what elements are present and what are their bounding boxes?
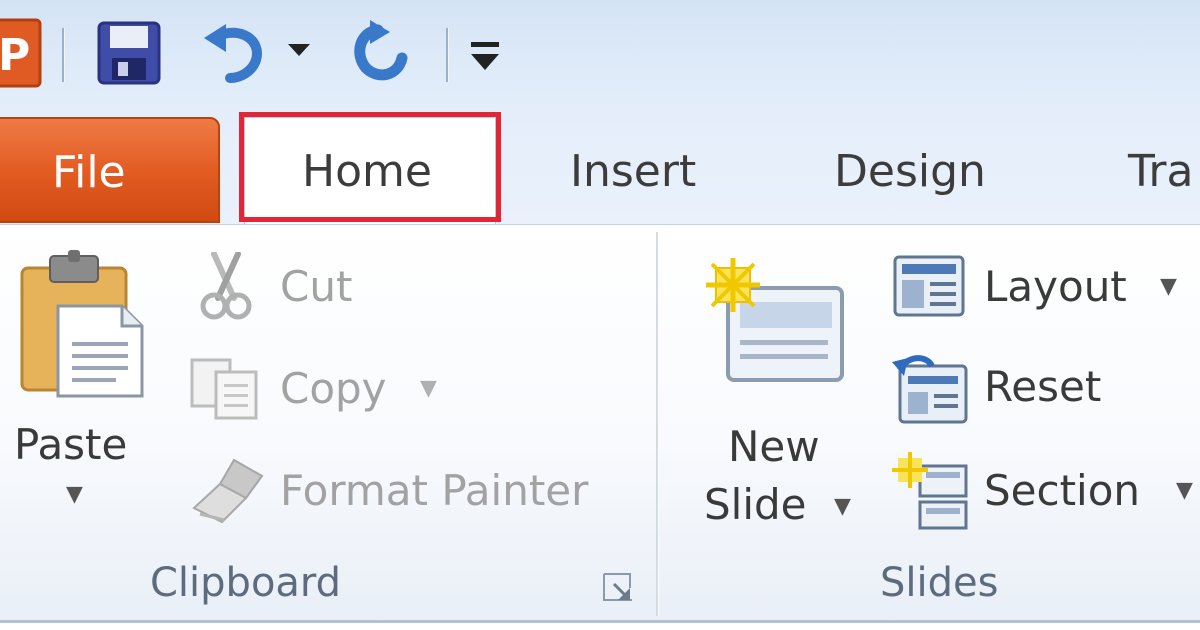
- new-slide-label-line2: Slide: [704, 480, 807, 529]
- layout-icon: [892, 254, 966, 318]
- clipboard-group-label: Clipboard: [150, 560, 342, 606]
- format-painter-label: Format Painter: [280, 466, 589, 515]
- reset-label: Reset: [984, 362, 1102, 411]
- qat-separator-2: [446, 28, 449, 82]
- powerpoint-app-icon[interactable]: P: [0, 18, 42, 88]
- new-slide-icon: [706, 258, 846, 388]
- clipboard-dialog-launcher-icon[interactable]: [600, 570, 636, 604]
- slides-group-label: Slides: [880, 560, 999, 606]
- tab-file[interactable]: File: [0, 117, 220, 223]
- undo-dropdown-arrow-icon[interactable]: [286, 40, 312, 60]
- tab-transitions[interactable]: Tra: [1128, 146, 1193, 197]
- copy-button[interactable]: Copy ▼: [188, 356, 458, 426]
- tab-design[interactable]: Design: [834, 146, 986, 197]
- undo-icon[interactable]: [200, 22, 266, 84]
- save-icon[interactable]: [96, 20, 162, 86]
- new-slide-button[interactable]: New Slide ▼: [700, 252, 870, 542]
- copy-dropdown-arrow-icon: ▼: [420, 376, 437, 401]
- section-icon: [892, 452, 970, 530]
- ribbon-bottom-border: [0, 620, 1200, 623]
- paste-button[interactable]: Paste ▼: [10, 246, 146, 526]
- title-bar: [0, 0, 1200, 112]
- scissors-icon: [196, 251, 256, 322]
- home-tab-highlight-box: [239, 112, 501, 222]
- paste-label: Paste: [14, 420, 128, 469]
- paste-icon: [18, 250, 146, 400]
- layout-button[interactable]: Layout ▼: [892, 252, 1192, 326]
- reset-button[interactable]: Reset: [892, 352, 1132, 428]
- cut-label: Cut: [280, 262, 353, 311]
- svg-text:P: P: [0, 30, 30, 81]
- reset-icon: [892, 352, 970, 426]
- redo-icon[interactable]: [348, 20, 412, 86]
- format-painter-button[interactable]: Format Painter: [188, 456, 638, 530]
- section-button[interactable]: Section ▼: [892, 452, 1200, 532]
- customize-qat-icon[interactable]: [468, 38, 502, 74]
- tab-insert[interactable]: Insert: [570, 146, 696, 197]
- layout-label: Layout: [984, 262, 1127, 311]
- qat-separator: [62, 28, 65, 82]
- group-separator: [656, 232, 659, 616]
- layout-dropdown-arrow-icon: ▼: [1160, 274, 1177, 299]
- paste-dropdown-arrow-icon: ▼: [66, 482, 83, 507]
- new-slide-dropdown-arrow-icon: ▼: [834, 494, 851, 519]
- section-label: Section: [984, 466, 1141, 515]
- cut-button[interactable]: Cut: [190, 250, 390, 326]
- tab-file-label: File: [52, 147, 126, 198]
- new-slide-label-line1: New: [728, 422, 820, 471]
- format-painter-icon: [190, 456, 266, 526]
- copy-label: Copy: [280, 364, 387, 413]
- copy-icon: [188, 356, 262, 420]
- section-dropdown-arrow-icon: ▼: [1176, 478, 1193, 503]
